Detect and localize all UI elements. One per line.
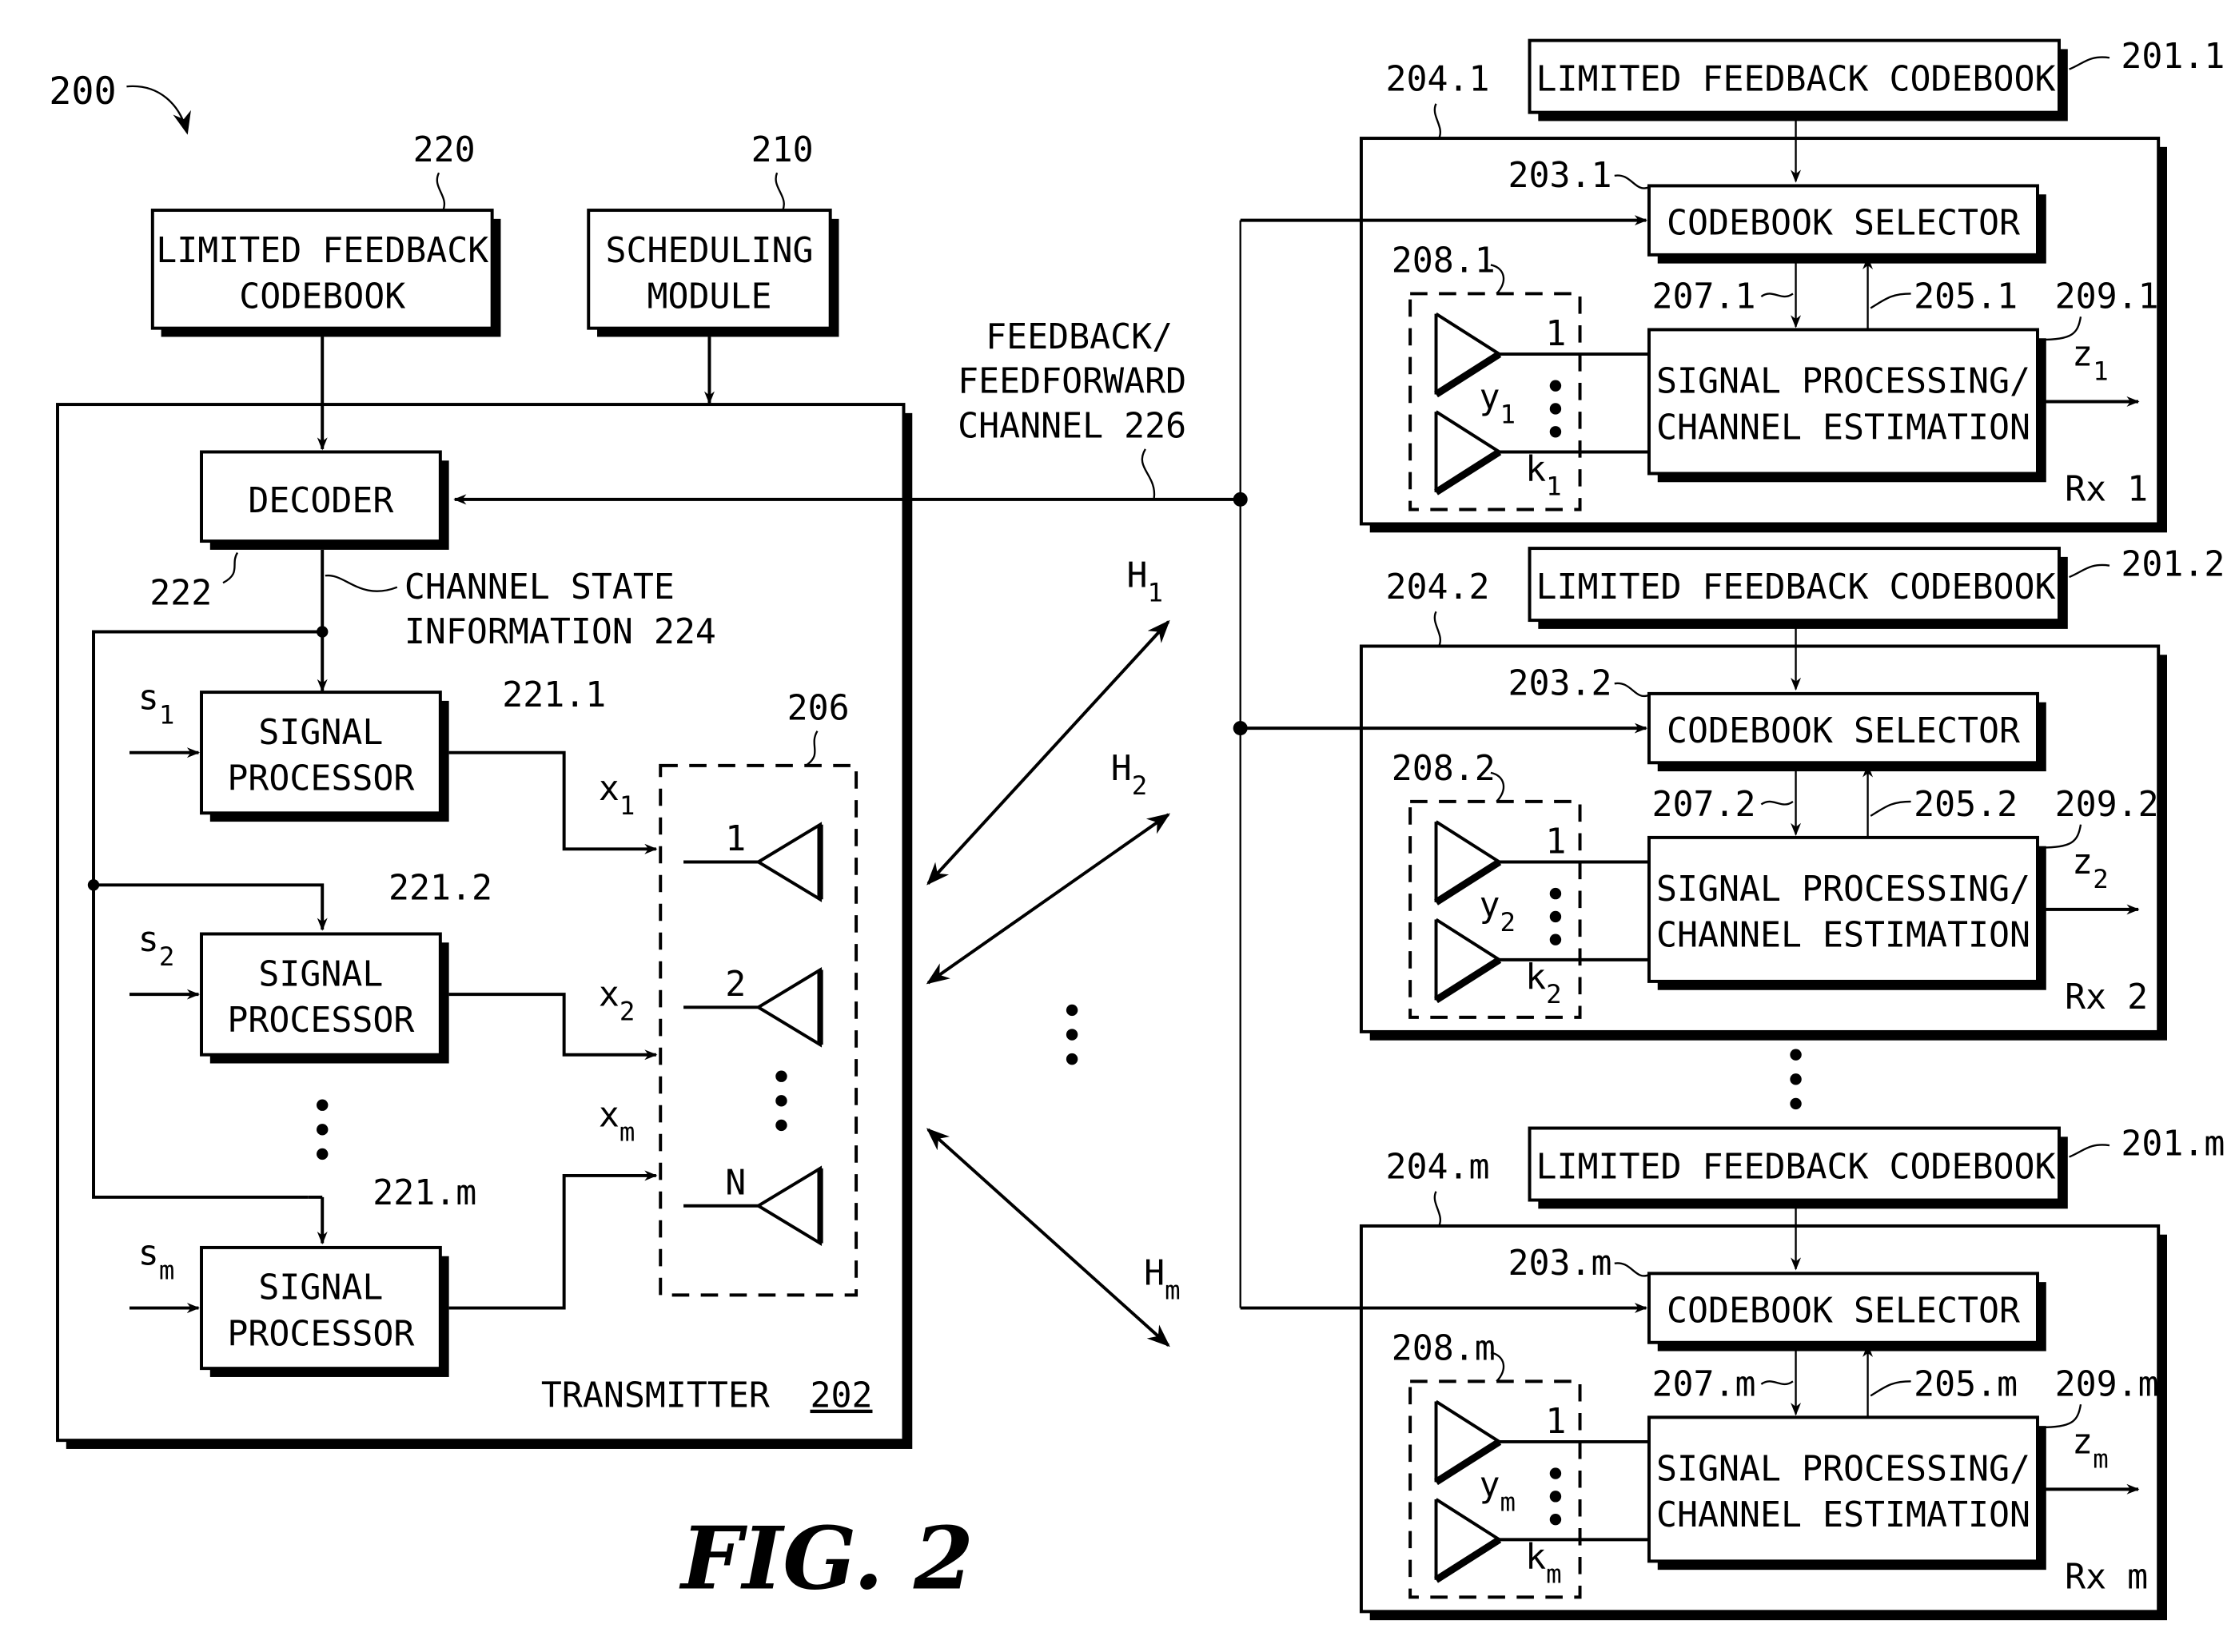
signal-processing-line2: CHANNEL ESTIMATION — [1656, 1495, 2030, 1535]
rx-antenna-first: 1 — [1545, 1402, 1566, 1442]
codebook-selector-label: CODEBOOK SELECTOR — [1667, 1292, 2020, 1332]
receiver-3: LIMITED FEEDBACK CODEBOOK 201.m 204.m CODEB… — [1240, 1125, 2225, 1621]
up-ref: 205.m — [1914, 1364, 2018, 1404]
signal-processing-line2: CHANNEL ESTIMATION — [1656, 408, 2030, 448]
sp-input-label-sub: 1 — [159, 700, 175, 730]
sp-output-label-base: x — [599, 975, 620, 1015]
signal-processing-ref: 209.2 — [2055, 785, 2159, 825]
decoder-ref: 222 — [149, 573, 212, 613]
rx-array-ref: 208.1 — [1392, 241, 1496, 281]
decoder-label: DECODER — [248, 481, 393, 521]
rx-codebook-label: LIMITED FEEDBACK CODEBOOK — [1536, 60, 2056, 100]
sp-line2: PROCESSOR — [227, 1314, 414, 1354]
sp-line1: SIGNAL — [258, 954, 383, 994]
tx-codebook-block: LIMITED FEEDBACK CODEBOOK — [150, 209, 501, 337]
patent-figure: 200 LIMITED FEEDBACK CODEBOOK 220 SCHEDU… — [49, 37, 2225, 1621]
rx-ref: 204.m — [1386, 1148, 1490, 1188]
receiver-2: LIMITED FEEDBACK CODEBOOK 201.2 204.2 CODEB… — [1240, 544, 2225, 1041]
hm-label: Hm — [1144, 1254, 1181, 1306]
rx-antenna-first: 1 — [1545, 822, 1566, 862]
down-ref: 207.m — [1652, 1364, 1756, 1404]
transmitter-block — [56, 403, 913, 1449]
up-ref: 205.2 — [1914, 785, 2018, 825]
sp-output-label-base: x — [599, 1096, 620, 1136]
tx-codebook-line2: CODEBOOK — [239, 277, 405, 316]
figure-ref: 200 — [49, 70, 117, 113]
sp-input-label-base: s — [138, 679, 159, 719]
sp-line2: PROCESSOR — [227, 1001, 414, 1041]
sp-output-label-base: x — [599, 769, 620, 809]
channel-line3: CHANNEL 226 — [958, 406, 1186, 446]
tx-antenna-label: 1 — [725, 819, 746, 859]
transmitter-ref: 202 — [810, 1376, 872, 1416]
receiver-1: LIMITED FEEDBACK CODEBOOK 201.1 204.1 CODEB… — [1240, 37, 2225, 533]
signal-processing-ref: 209.m — [2055, 1364, 2159, 1404]
scheduling-module-block: SCHEDULING MODULE — [587, 209, 839, 337]
figure-caption: FIG. 2 — [679, 1509, 974, 1610]
rx-antenna-first: 1 — [1545, 314, 1566, 354]
sp-ref: 221.m — [373, 1173, 476, 1213]
sp-output-label-sub: 2 — [620, 997, 635, 1027]
transmitter-label: TRANSMITTER — [541, 1376, 770, 1416]
rx-array-ref: 208.2 — [1392, 749, 1496, 789]
scheduling-line1: SCHEDULING — [605, 231, 813, 271]
rx-name: Rx 1 — [2065, 470, 2148, 510]
sp-output-label-sub: m — [620, 1117, 635, 1148]
scheduling-ref: 210 — [751, 130, 814, 170]
sp-input-label-base: s — [138, 1234, 159, 1274]
tx-antenna-label: N — [725, 1163, 746, 1203]
sp-input-label-sub: 2 — [159, 941, 175, 972]
rx-ref: 204.2 — [1386, 567, 1490, 607]
channel-line2: FEEDFORWARD — [958, 362, 1186, 402]
codebook-selector-ref: 203.2 — [1508, 664, 1612, 704]
tx-antenna-label: 2 — [725, 965, 746, 1005]
rx-codebook-ref: 201.m — [2121, 1125, 2225, 1164]
rx-codebook-ref: 201.2 — [2121, 544, 2225, 584]
rx-codebook-label: LIMITED FEEDBACK CODEBOOK — [1536, 567, 2056, 607]
codebook-selector-ref: 203.m — [1508, 1244, 1612, 1284]
signal-processing-line1: SIGNAL PROCESSING/ — [1656, 870, 2030, 910]
sp-line2: PROCESSOR — [227, 758, 414, 798]
sp-ref: 221.2 — [388, 868, 492, 908]
csi-line1: CHANNEL STATE — [404, 567, 675, 607]
channel-link-h1 — [926, 619, 1170, 886]
csi-line2: INFORMATION 224 — [404, 612, 716, 652]
channel-link-h2 — [926, 813, 1171, 985]
channel-line1: FEEDBACK/ — [986, 317, 1173, 357]
signal-processing-ref: 209.1 — [2055, 277, 2159, 316]
down-ref: 207.2 — [1652, 785, 1756, 825]
codebook-selector-label: CODEBOOK SELECTOR — [1667, 204, 2020, 244]
decoder-block: DECODER — [200, 450, 449, 550]
rx-codebook-ref: 201.1 — [2121, 37, 2225, 77]
leader-line — [436, 172, 446, 211]
signal-processing-line1: SIGNAL PROCESSING/ — [1656, 1450, 2030, 1490]
rx-array-ref: 208.m — [1392, 1328, 1496, 1368]
sp-output-label-sub: 1 — [620, 790, 635, 821]
signal-processing-line2: CHANNEL ESTIMATION — [1656, 916, 2030, 956]
scheduling-line2: MODULE — [647, 277, 771, 316]
channel-link-hm — [926, 1128, 1170, 1347]
sp-input-label-sub: m — [159, 1256, 175, 1286]
codebook-selector-label: CODEBOOK SELECTOR — [1667, 711, 2020, 751]
signal-processing-line1: SIGNAL PROCESSING/ — [1656, 362, 2030, 402]
sp-ref: 221.1 — [502, 675, 606, 715]
leader-line — [775, 172, 785, 211]
tx-codebook-ref: 220 — [413, 130, 476, 170]
h1-label: H1 — [1127, 556, 1164, 608]
tx-codebook-line1: LIMITED FEEDBACK — [156, 231, 488, 271]
rx-name: Rx m — [2065, 1558, 2148, 1598]
tx-array-ref: 206 — [787, 688, 850, 728]
sp-line1: SIGNAL — [258, 713, 383, 753]
rx-name: Rx 2 — [2065, 977, 2148, 1017]
sp-line1: SIGNAL — [258, 1268, 383, 1308]
h2-label: H2 — [1111, 749, 1148, 801]
sp-input-label-base: s — [138, 920, 159, 960]
codebook-selector-ref: 203.1 — [1508, 156, 1612, 196]
figure-ref-arrow — [126, 85, 191, 135]
up-ref: 205.1 — [1914, 277, 2018, 316]
down-ref: 207.1 — [1652, 277, 1756, 316]
rx-ref: 204.1 — [1386, 60, 1490, 100]
rx-codebook-label: LIMITED FEEDBACK CODEBOOK — [1536, 1148, 2056, 1188]
